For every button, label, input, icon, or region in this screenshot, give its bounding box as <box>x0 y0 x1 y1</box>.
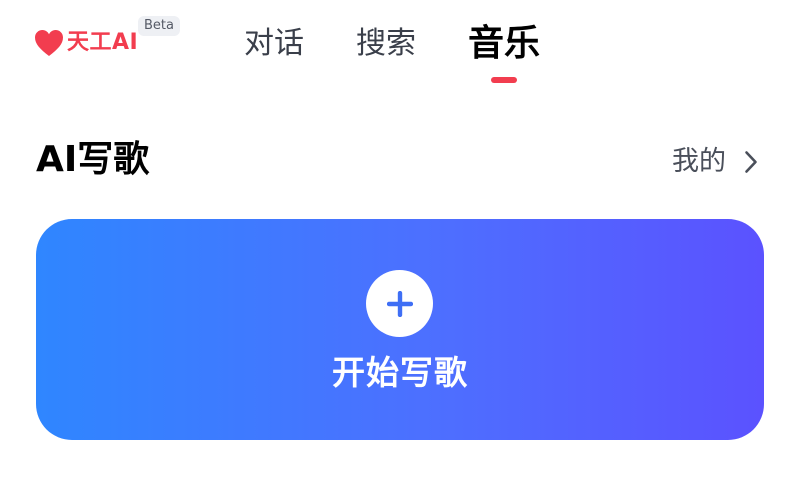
plus-icon <box>386 290 413 317</box>
tab-chat[interactable]: 对话 <box>244 18 304 70</box>
tab-music[interactable]: 音乐 <box>468 18 541 83</box>
plus-button[interactable] <box>366 270 433 337</box>
header: 天工AI Beta 对话 搜索 音乐 <box>0 0 800 96</box>
main-tabs: 对话 搜索 音乐 <box>244 18 541 83</box>
my-songs-label: 我的 <box>672 146 726 177</box>
my-songs-link[interactable]: 我的 <box>672 142 758 182</box>
app-logo[interactable]: 天工AI <box>34 28 138 58</box>
chevron-right-icon <box>745 151 757 173</box>
section-title: AI写歌 <box>36 139 150 180</box>
heart-icon <box>35 30 63 56</box>
tab-music-label: 音乐 <box>468 23 541 64</box>
start-songwriting-label: 开始写歌 <box>332 353 468 392</box>
tab-search[interactable]: 搜索 <box>356 18 416 70</box>
page: 天工AI Beta 对话 搜索 音乐 AI写歌 我的 开始写歌 <box>0 0 800 482</box>
beta-badge: Beta <box>138 16 180 36</box>
start-songwriting-card[interactable]: 开始写歌 <box>36 219 764 440</box>
active-tab-indicator <box>491 77 517 83</box>
logo-text: 天工AI <box>67 30 139 55</box>
